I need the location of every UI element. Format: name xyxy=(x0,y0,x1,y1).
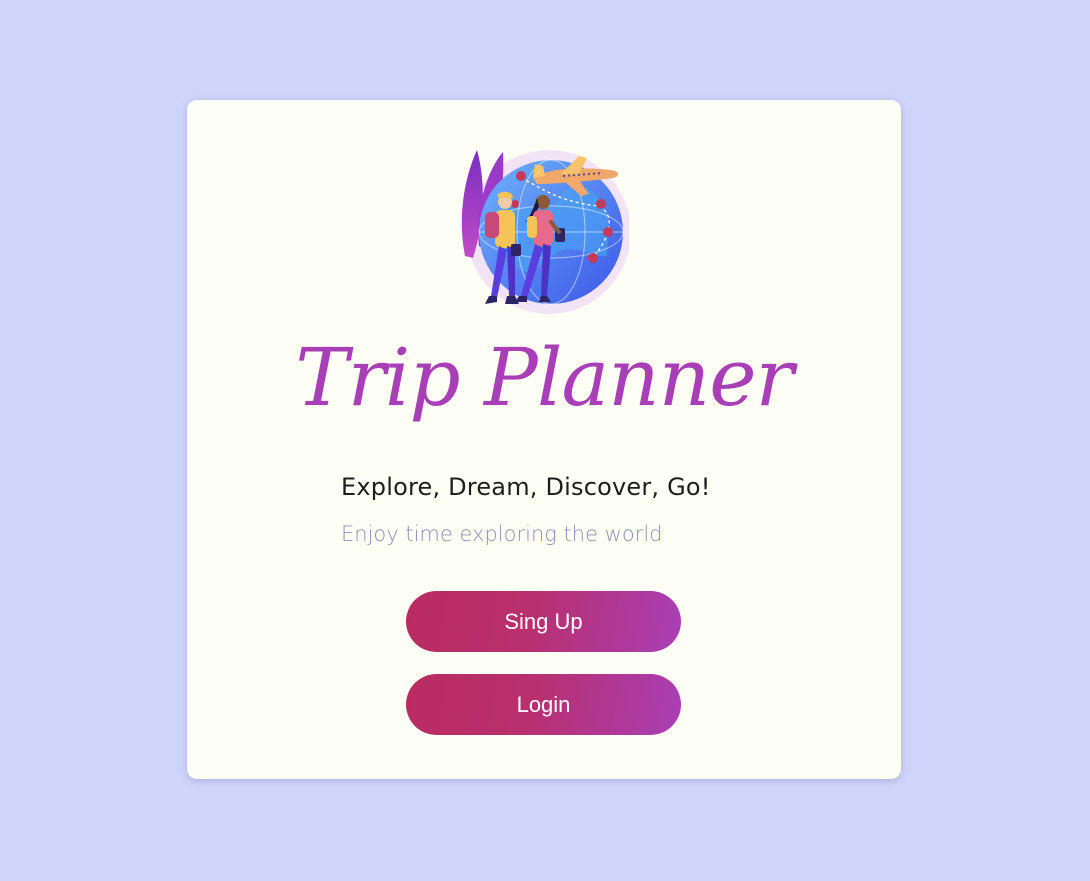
login-button[interactable]: Login xyxy=(406,674,681,735)
travelers-globe-illustration xyxy=(459,146,629,314)
app-title: Trip Planner xyxy=(295,331,794,424)
tagline: Explore, Dream, Discover, Go! xyxy=(341,473,711,501)
welcome-card: Trip Planner Explore, Dream, Discover, G… xyxy=(187,100,901,779)
subtitle: Enjoy time exploring the world xyxy=(341,522,663,546)
signup-button[interactable]: Sing Up xyxy=(406,591,681,652)
